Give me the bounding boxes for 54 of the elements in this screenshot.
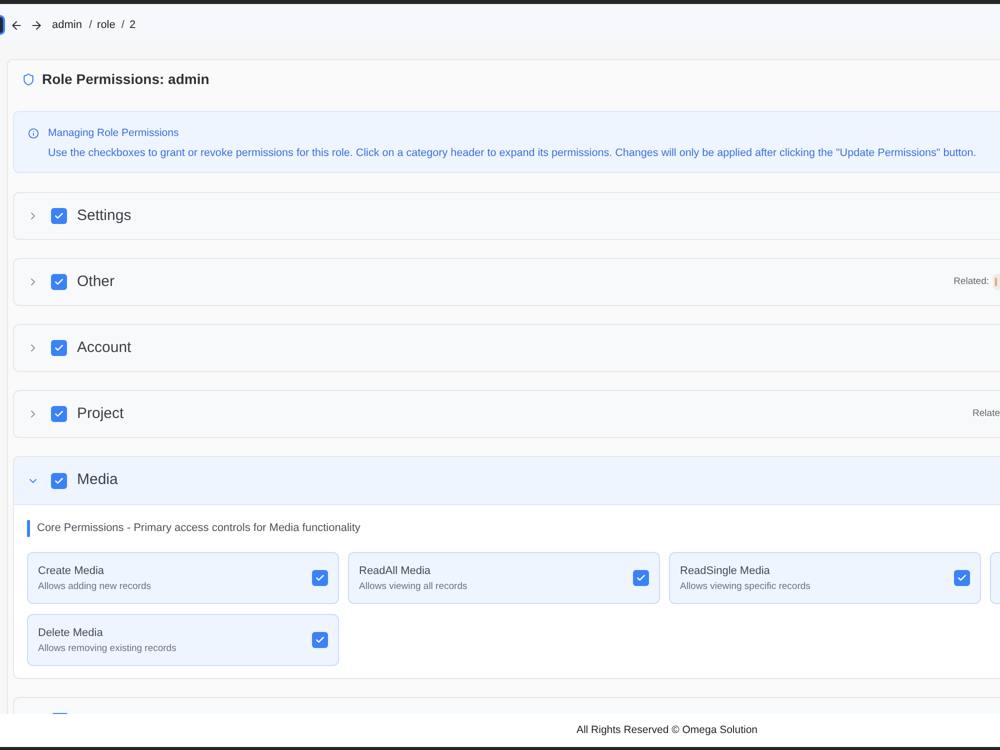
category-label: Account <box>77 338 132 358</box>
category-header[interactable]: Media <box>14 457 1000 505</box>
permission-description: Allows viewing specific records <box>680 580 812 592</box>
category-label: Project <box>77 404 124 424</box>
checkmark-icon <box>54 211 64 221</box>
footer-text: All Rights Reserved © Omega Solution <box>576 722 758 738</box>
breadcrumb-link[interactable]: role <box>97 16 116 34</box>
checkbox[interactable] <box>51 340 67 356</box>
permission-title: ReadSingle Media <box>680 564 771 578</box>
breadcrumb-current: 2 <box>129 18 136 33</box>
checkbox[interactable] <box>633 570 649 586</box>
checkbox[interactable] <box>51 406 67 422</box>
permission-description: Allows adding new records <box>38 580 152 592</box>
forward-arrow-icon[interactable] <box>30 18 43 32</box>
checkbox[interactable] <box>312 570 328 586</box>
checkmark-icon <box>636 573 646 583</box>
info-text: Use the checkboxes to grant or revoke permissions for this role. Click on a category header to expand its permissions. Changes will only be applied after clicking the "Update Permissions" button. <box>48 146 978 160</box>
category-header[interactable]: Project Relate <box>13 390 1000 438</box>
category-header[interactable]: Other Related: <box>13 258 1000 306</box>
section-accent-bar <box>27 520 30 537</box>
checkmark-icon <box>957 573 967 583</box>
permission-title: ReadAll Media <box>359 564 432 578</box>
permission-card <box>990 552 1000 604</box>
related-label: Related: <box>954 274 989 289</box>
shield-icon <box>22 73 35 86</box>
checkmark-icon <box>315 573 325 583</box>
checkmark-icon <box>54 277 64 287</box>
info-title: Managing Role Permissions <box>48 126 179 140</box>
card-title: Role Permissions: admin <box>42 70 210 89</box>
breadcrumb-separator: / <box>88 18 92 33</box>
category-header[interactable]: Account <box>13 324 1000 372</box>
category-label: Settings <box>77 206 132 226</box>
checkbox[interactable] <box>312 632 328 648</box>
category-label: Other <box>77 272 115 292</box>
checkbox[interactable] <box>51 472 67 488</box>
checkmark-icon <box>54 343 64 353</box>
checkbox[interactable] <box>954 570 970 586</box>
related-label: Relate <box>972 406 1000 421</box>
breadcrumb-link[interactable]: admin <box>52 16 82 34</box>
checkmark-icon <box>315 635 325 645</box>
checkbox[interactable] <box>51 208 67 224</box>
permission-description: Allows viewing all records <box>359 580 468 592</box>
category-header[interactable]: Settings <box>13 192 1000 240</box>
section-title: Core Permissions - Primary access controls for Media functionality <box>37 521 360 536</box>
breadcrumb-separator: / <box>121 18 124 33</box>
permission-description: Allows removing existing records <box>38 642 178 654</box>
checkmark-icon <box>54 409 64 419</box>
checkmark-icon <box>54 476 64 486</box>
info-icon <box>28 128 39 138</box>
permission-title: Delete Media <box>38 626 104 640</box>
permission-title: Create Media <box>38 564 106 578</box>
checkbox[interactable] <box>51 274 67 290</box>
category-label: Media <box>77 470 118 490</box>
back-arrow-icon[interactable] <box>10 18 23 32</box>
